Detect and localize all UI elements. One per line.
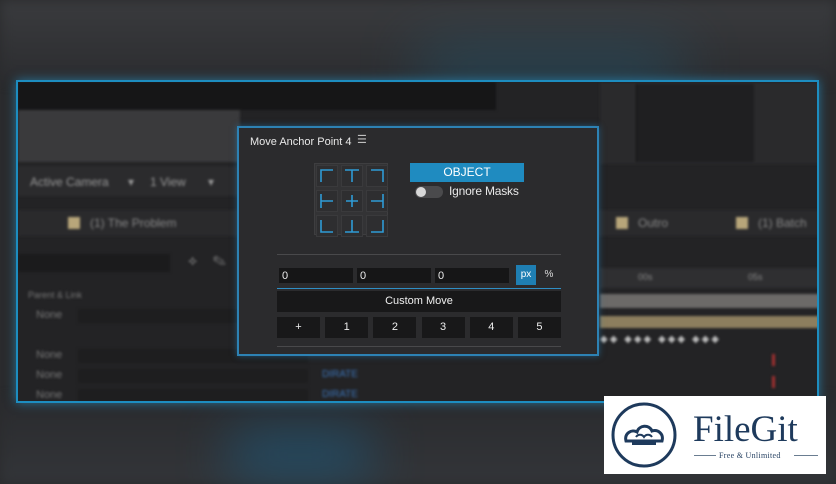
unit-percent-button[interactable]: % [541,265,557,285]
timeline-panel: 00s 05s ◆◆ ◆◆◆ ◆◆◆ ◆◆◆ [600,238,817,401]
object-button[interactable]: OBJECT [410,163,524,182]
edge-right-icon [371,194,384,208]
custom-move-button[interactable]: Custom Move [277,291,561,312]
corner-top-right-icon [371,169,384,182]
marker [772,354,775,366]
tagline-rule [694,455,716,456]
ignore-masks-toggle[interactable] [415,186,443,198]
toggle-knob [416,187,426,197]
comp-color-swatch [616,217,628,229]
viewer-top-bar [18,82,496,110]
anchor-middle-right-button[interactable] [366,190,388,212]
anchor-top-right-button[interactable] [366,165,388,187]
ruler-label: 05s [748,272,763,282]
corner-bottom-left-icon [320,220,333,233]
camera-dropdown[interactable]: Active Camera [30,175,109,189]
layer-parent: None [36,349,63,361]
ignore-masks-label: Ignore Masks [449,184,519,198]
accent-divider [277,288,561,289]
marker [772,376,775,388]
filegit-watermark: FileGit Free & Unlimited [604,396,826,474]
time-ruler: 00s 05s [600,268,817,288]
layer-row[interactable]: None DIRATE [18,368,358,384]
anchor-bottom-right-button[interactable] [366,215,388,237]
anchor-top-center-button[interactable] [341,165,363,187]
timeline-tool-icons: ⟡ ✎ [188,252,226,268]
tagline-rule [794,455,818,456]
layer-search-input[interactable] [18,254,170,272]
viewer-area [18,110,240,162]
anchor-center-button[interactable] [341,190,363,212]
ruler-label: 00s [638,272,653,282]
layer-parent: None [36,309,63,321]
y-offset-input[interactable] [357,268,431,283]
chevron-down-icon: ▾ [128,175,135,189]
step-plus-button[interactable]: + [277,317,320,338]
step-2-button[interactable]: 2 [373,317,417,338]
plus-center-icon [346,195,358,207]
layer-row[interactable]: None DIRATE [18,388,358,401]
brand-name: FileGit [693,409,798,450]
comp-tab[interactable]: Outro [638,216,668,230]
comp-color-swatch [68,217,80,229]
layer-field [78,369,308,383]
anchor-point-grid [314,163,388,237]
right-preview [636,84,754,162]
layer-bar[interactable] [600,316,817,328]
x-offset-input[interactable] [279,268,353,283]
step-3-button[interactable]: 3 [421,317,465,338]
corner-bottom-right-icon [371,220,384,233]
anchor-middle-left-button[interactable] [316,190,338,212]
layer-field [78,389,308,401]
layer-mode: DIRATE [322,369,358,380]
step-1-button[interactable]: 1 [325,317,369,338]
work-area-bar[interactable] [600,294,817,308]
edge-bottom-icon [345,220,359,233]
background-top [0,0,836,80]
view-dropdown[interactable]: 1 View [150,175,186,189]
unit-px-button[interactable]: px [516,265,536,285]
layer-parent: None [36,369,63,381]
anchor-bottom-center-button[interactable] [341,215,363,237]
z-offset-input[interactable] [435,268,509,283]
step-5-button[interactable]: 5 [517,317,561,338]
step-4-button[interactable]: 4 [469,317,513,338]
anchor-bottom-left-button[interactable] [316,215,338,237]
hamburger-menu-icon[interactable]: ☰ [357,134,369,146]
comp-tab[interactable]: (1) Batch [758,216,807,230]
background-bottom-glow [230,430,370,480]
chevron-down-icon: ▾ [208,175,215,189]
move-anchor-point-panel: Move Anchor Point 4 ☰ OBJECT Ignore Mask… [237,126,599,356]
brand-tagline: Free & Unlimited [719,451,781,460]
comp-color-swatch [736,217,748,229]
keyframes: ◆◆ ◆◆◆ ◆◆◆ ◆◆◆ [600,334,721,345]
corner-top-left-icon [320,169,333,182]
edge-left-icon [320,194,333,208]
layer-mode: DIRATE [322,389,358,400]
divider [277,346,561,347]
edge-top-icon [345,169,359,182]
filegit-logo-icon [611,402,677,468]
viewer-toolbar: Active Camera ▾ 1 View ▾ [18,166,240,196]
anchor-top-left-button[interactable] [316,165,338,187]
comp-tab[interactable]: (1) The Problem [90,216,176,230]
divider [277,254,561,255]
layer-parent: None [36,389,63,401]
panel-title: Move Anchor Point 4 [250,136,352,148]
step-buttons: + 1 2 3 4 5 [277,317,561,338]
